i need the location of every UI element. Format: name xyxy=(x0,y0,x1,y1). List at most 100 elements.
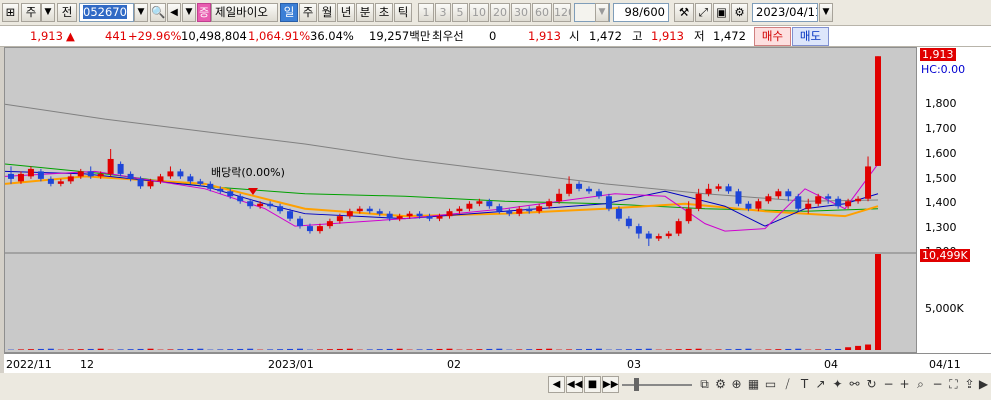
date-dropdown-icon[interactable]: ▼ xyxy=(819,3,833,22)
volume-bar xyxy=(715,349,722,350)
candle-body xyxy=(576,183,583,189)
interval-1-button[interactable]: 1 xyxy=(418,3,434,22)
interval-120-button[interactable]: 120 xyxy=(553,3,571,22)
volume-bar xyxy=(316,349,323,350)
zoom-slider[interactable] xyxy=(622,384,692,386)
scroll-left-icon[interactable]: ◀ xyxy=(548,376,565,393)
scroll-right-icon[interactable]: ▶ xyxy=(976,376,991,393)
indicator-icon[interactable]: ⤢ xyxy=(695,3,712,22)
draw-line-icon[interactable]: ⧸ xyxy=(780,376,795,393)
candle-body xyxy=(645,233,652,239)
interval-60-button[interactable]: 60 xyxy=(532,3,552,22)
candle-body xyxy=(406,213,413,217)
candle-body xyxy=(635,226,642,234)
volume-bar xyxy=(396,348,403,350)
candle-body xyxy=(77,171,84,177)
price-volume-chart[interactable]: 배당락(0.00%) xyxy=(5,48,916,352)
crosshair-icon[interactable]: ⊕ xyxy=(729,376,744,393)
mark-icon[interactable]: ✦ xyxy=(830,376,845,393)
all-stocks-button[interactable]: 전 xyxy=(57,3,77,22)
candle-body xyxy=(496,206,503,212)
candle-body xyxy=(207,183,214,189)
sound-icon[interactable]: ◀ xyxy=(167,3,181,22)
interval-5-button[interactable]: 5 xyxy=(452,3,468,22)
fast-forward-icon[interactable]: ▶▶ xyxy=(602,376,619,393)
volume-bar xyxy=(147,348,154,350)
window-icon[interactable]: ▭ xyxy=(763,376,778,393)
window-menu-icon[interactable]: ⊞ xyxy=(2,3,19,22)
code-dropdown-icon[interactable]: ▼ xyxy=(134,3,148,22)
copy-icon[interactable]: ⧉ xyxy=(697,376,712,393)
turnover-rate: 36.04% xyxy=(310,29,354,43)
volume-bar xyxy=(516,349,523,350)
period-tick-tab[interactable]: 틱 xyxy=(394,3,412,22)
volume-bar xyxy=(77,349,84,350)
volume-bar xyxy=(625,349,632,350)
current-price: 1,913 xyxy=(30,29,63,43)
candle-body xyxy=(336,216,343,222)
arrow-tool-icon[interactable]: ↗ xyxy=(813,376,828,393)
candle-body xyxy=(47,178,54,184)
price-tick-1500: 1,500 xyxy=(925,172,957,185)
zoom-in-icon[interactable]: + xyxy=(897,376,912,393)
candle-body xyxy=(486,201,493,207)
interval-dropdown-icon[interactable]: ▼ xyxy=(595,3,609,22)
candle-body xyxy=(67,176,74,182)
buy-button[interactable]: 매수 xyxy=(754,27,791,46)
market-dropdown-icon[interactable]: ▼ xyxy=(41,3,55,22)
link-icon[interactable]: ⚯ xyxy=(847,376,862,393)
candle-body xyxy=(177,171,184,177)
prev-stock-icon[interactable]: ▼ xyxy=(182,3,196,22)
candle-body xyxy=(127,173,134,179)
candle-body xyxy=(825,196,832,199)
interval-20-button[interactable]: 20 xyxy=(490,3,510,22)
candle-body xyxy=(446,211,453,217)
interval-3-button[interactable]: 3 xyxy=(435,3,451,22)
rewind-icon[interactable]: ◀◀ xyxy=(566,376,583,393)
chart-area[interactable]: 배당락(0.00%) xyxy=(4,47,917,353)
chart-tools-icon[interactable]: ⚒ xyxy=(674,3,694,22)
date-label-2022-11: 2022/11 xyxy=(6,358,52,371)
volume-bar xyxy=(47,348,54,350)
settings-icon[interactable]: ⚙ xyxy=(713,376,728,393)
minus-icon[interactable]: − xyxy=(930,376,945,393)
volume-bar xyxy=(127,349,134,350)
period-week-tab[interactable]: 주 xyxy=(299,3,317,22)
stop-icon[interactable]: ■ xyxy=(584,376,601,393)
candle-body xyxy=(735,191,742,204)
export-icon[interactable]: ⇪ xyxy=(962,376,977,393)
interval-10-button[interactable]: 10 xyxy=(469,3,489,22)
period-day-tab[interactable]: 일 xyxy=(280,3,298,22)
save-icon[interactable]: ▣ xyxy=(713,3,730,22)
period-minute-tab[interactable]: 분 xyxy=(356,3,374,22)
chart-type-icon[interactable]: ⛶ xyxy=(946,376,961,393)
period-year-tab[interactable]: 년 xyxy=(337,3,355,22)
volume-bar xyxy=(875,254,881,350)
data-count-input[interactable]: 98/600 xyxy=(613,3,669,22)
cycle-icon[interactable]: ↻ xyxy=(864,376,879,393)
zoom-slider-handle[interactable] xyxy=(634,378,639,391)
market-select[interactable]: 주 xyxy=(21,3,41,22)
stock-code-input[interactable]: 052670 xyxy=(79,3,134,22)
date-input[interactable]: 2023/04/11 xyxy=(752,3,818,22)
volume-bar xyxy=(346,348,353,350)
period-month-tab[interactable]: 월 xyxy=(318,3,336,22)
candle-body xyxy=(556,193,563,202)
candle-body xyxy=(237,196,244,202)
text-tool-icon[interactable]: T xyxy=(797,376,812,393)
sell-button[interactable]: 매도 xyxy=(792,27,829,46)
volume-bar xyxy=(576,349,583,350)
settings-gear-icon[interactable]: ⚙ xyxy=(731,3,748,22)
candle-body xyxy=(695,193,702,209)
grid-icon[interactable]: ▦ xyxy=(746,376,761,393)
interval-30-button[interactable]: 30 xyxy=(511,3,531,22)
search-icon[interactable]: 🔍 xyxy=(150,3,166,22)
candle-body xyxy=(536,206,543,212)
price-tick-1600: 1,600 xyxy=(925,147,957,160)
zoom-out-icon[interactable]: − xyxy=(881,376,896,393)
top-toolbar: ⊞ 주 ▼ 전 052670 ▼ 🔍 ◀ ▼ 증 제일바이오 일 주 월 년 분… xyxy=(0,0,991,26)
candle-body xyxy=(675,221,682,234)
search-zoom-icon[interactable]: ⌕ xyxy=(913,376,928,393)
exchange-badge: 증 xyxy=(197,3,211,22)
period-second-tab[interactable]: 초 xyxy=(375,3,393,22)
